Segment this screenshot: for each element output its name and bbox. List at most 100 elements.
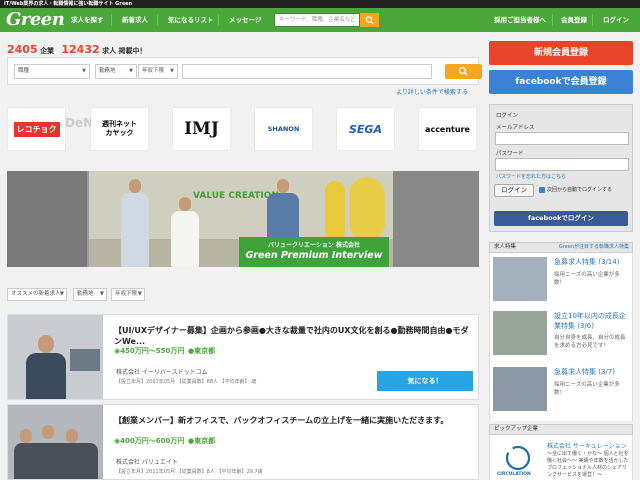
facebook-login-button[interactable]: facebookでログイン bbox=[494, 211, 628, 226]
logo-shanon-text: SHANON bbox=[267, 125, 300, 133]
nav-search-button[interactable] bbox=[360, 13, 379, 27]
company-logo-strip: レコチョク DeN 週刊ネット カヤック IMJ SHANON SEGA acc… bbox=[7, 104, 479, 154]
salary-select[interactable]: 年収下限 ▼ bbox=[138, 64, 178, 79]
feature-title[interactable]: 設立10年以内の成長企業特集 (3/6) bbox=[554, 311, 630, 331]
search-icon bbox=[365, 16, 374, 24]
banner-title: Green Premium Interview bbox=[245, 250, 383, 261]
person bbox=[26, 353, 66, 399]
facebook-register-button[interactable]: facebookで会員登録 bbox=[489, 70, 633, 94]
banner-company-name: バリュークリエーション 株式会社 bbox=[268, 242, 360, 249]
company-name[interactable]: 株式会社 パリュエイト bbox=[116, 457, 178, 466]
logo-kayac[interactable]: 週刊ネット カヤック bbox=[91, 108, 148, 150]
sort-select[interactable]: オススメの新着求人 ▼ bbox=[7, 288, 67, 301]
person-head bbox=[66, 429, 78, 443]
site-logo[interactable]: Green bbox=[6, 9, 65, 30]
feature-desc: 自分自身を成長、自分の成長を求める方必見です！ bbox=[554, 335, 626, 349]
job-card[interactable]: 【UI/UXデザイナー募集】企画から参画●大きな裁量で社内のUX文化を創る●勤務… bbox=[7, 314, 479, 400]
company-count: 2405 bbox=[7, 43, 38, 56]
job-title[interactable]: 【創業メンバー】新オフィスで、バックオフィスチームの立上げを一緒に実施いただきま… bbox=[114, 415, 474, 426]
feature-item[interactable]: 急募求人特集 (3/14) 採用ニーズの高い企業が多数！ bbox=[489, 253, 633, 307]
nav-search-jobs[interactable]: 求人を探す bbox=[71, 8, 104, 32]
job-type-select-label: 職種 bbox=[18, 68, 30, 74]
salary-select-label: 年収下限 bbox=[142, 68, 165, 74]
register-button[interactable]: 新規会員登録 bbox=[489, 41, 633, 65]
job-title[interactable]: 【UI/UXデザイナー募集】企画から参画●大きな裁量で社内のUX文化を創る●勤務… bbox=[114, 325, 474, 347]
feature-item[interactable]: 急募求人特集 (3/7) 採用ニーズの高い企業が多数！ bbox=[489, 363, 633, 421]
job-salary: ◉400万円〜600万円 bbox=[114, 436, 184, 446]
nav-divider bbox=[111, 14, 112, 26]
chevron-down-icon: ▼ bbox=[82, 68, 86, 74]
nav-search-input[interactable]: キーワード、職種、企業名など bbox=[274, 13, 360, 27]
person bbox=[171, 211, 199, 267]
pickup-heading: ピックアップ企業 bbox=[494, 426, 539, 432]
forgot-password-link[interactable]: パスワードを忘れた方はこちら bbox=[496, 173, 566, 180]
filter-location-label: 勤務地 bbox=[77, 291, 94, 297]
job-location-text: 東京都 bbox=[194, 347, 216, 355]
logo-accenture-text: accenture bbox=[425, 124, 470, 134]
features-heading-link[interactable]: Greenが注目する転職求人特集 bbox=[559, 243, 629, 252]
email-field[interactable] bbox=[495, 132, 629, 145]
circulation-logo-text: CIRCULATION bbox=[497, 472, 531, 477]
password-field[interactable] bbox=[495, 158, 629, 171]
filter-salary-select[interactable]: 年収下限 ▼ bbox=[111, 288, 145, 301]
nav-messages[interactable]: メッセージ bbox=[229, 8, 261, 32]
logo-kayac-text: 週刊ネット カヤック bbox=[102, 120, 137, 137]
logo-dena-faded: DeN bbox=[65, 116, 94, 130]
logo-accenture[interactable]: accenture bbox=[419, 108, 476, 150]
feature-image bbox=[493, 257, 547, 301]
banner-side-photo-right bbox=[393, 171, 479, 267]
nav-divider bbox=[157, 14, 158, 26]
job-photo bbox=[8, 405, 103, 479]
job-location: ●東京都 bbox=[188, 346, 215, 356]
features-header: 求人特集 Greenが注目する転職求人特集 bbox=[489, 242, 633, 253]
remember-checkbox[interactable] bbox=[539, 187, 545, 193]
job-location-text: 東京都 bbox=[194, 437, 216, 445]
chevron-down-icon: ▼ bbox=[129, 68, 133, 74]
main-nav: Green 求人を探す 新着求人 気になるリスト メッセージ キーワード、職種、… bbox=[0, 8, 640, 32]
job-salary: ◉450万円〜550万円 bbox=[114, 346, 184, 356]
job-salary-text: 400万円〜600万円 bbox=[120, 437, 185, 445]
favorite-button[interactable]: 気になる！ bbox=[377, 371, 473, 391]
login-button[interactable]: ログイン bbox=[494, 184, 534, 197]
logo-shanon[interactable]: SHANON bbox=[255, 108, 312, 150]
feature-title[interactable]: 急募求人特集 (3/14) bbox=[554, 257, 630, 267]
remember-label: 次回から自動でログインする bbox=[547, 187, 613, 193]
pickup-company-name[interactable]: 株式会社 サーキュレーション bbox=[547, 441, 627, 450]
logo-imj-text: IMJ bbox=[184, 119, 219, 139]
person-head bbox=[129, 179, 141, 193]
company-name[interactable]: 株式会社 イーリバースドットコム bbox=[116, 367, 208, 376]
feature-item[interactable]: 設立10年以内の成長企業特集 (3/6) 自分自身を成長、自分の成長を求める方必… bbox=[489, 307, 633, 363]
person-head bbox=[179, 197, 191, 211]
features-heading: 求人特集 bbox=[494, 244, 517, 250]
feature-title[interactable]: 急募求人特集 (3/7) bbox=[554, 367, 630, 377]
person-head bbox=[20, 429, 32, 443]
location-select-label: 勤務地 bbox=[99, 68, 116, 74]
login-heading: ログイン bbox=[496, 113, 519, 119]
sort-select-label: オススメの新着求人 bbox=[11, 291, 61, 297]
job-count-unit: 求人 掲載中！ bbox=[102, 47, 147, 55]
advanced-search-link[interactable]: より詳しい条件で検索する bbox=[396, 87, 468, 96]
logo-imj[interactable]: IMJ bbox=[173, 108, 230, 150]
search-icon bbox=[458, 66, 468, 76]
job-count: 12432 bbox=[61, 43, 100, 56]
keyword-input[interactable] bbox=[182, 64, 432, 79]
job-type-select[interactable]: 職種 ▼ bbox=[14, 64, 90, 79]
chevron-down-icon: ▼ bbox=[99, 291, 104, 297]
nav-employers[interactable]: 採用ご担当者様へ bbox=[494, 8, 546, 32]
balloon-zero bbox=[349, 177, 385, 241]
logo-recochoku[interactable]: レコチョク bbox=[8, 108, 65, 150]
location-select[interactable]: 勤務地 ▼ bbox=[95, 64, 137, 79]
nav-new-jobs[interactable]: 新着求人 bbox=[122, 8, 148, 32]
nav-login[interactable]: ログイン bbox=[603, 8, 629, 32]
filter-location-select[interactable]: 勤務地 ▼ bbox=[73, 288, 107, 301]
job-counts: 2405 企業 12432 求人 掲載中！ bbox=[7, 43, 147, 56]
nav-favorites[interactable]: 気になるリスト bbox=[168, 8, 214, 32]
logo-sega[interactable]: SEGA bbox=[337, 108, 394, 150]
job-card[interactable]: 【創業メンバー】新オフィスで、バックオフィスチームの立上げを一緒に実施いただきま… bbox=[7, 404, 479, 480]
feature-image bbox=[493, 367, 547, 411]
search-button[interactable] bbox=[445, 64, 482, 79]
chevron-down-icon: ▼ bbox=[137, 291, 142, 297]
logo-sega-text: SEGA bbox=[349, 122, 382, 136]
nav-register[interactable]: 会員登録 bbox=[561, 8, 587, 32]
chevron-down-icon: ▼ bbox=[170, 68, 174, 74]
